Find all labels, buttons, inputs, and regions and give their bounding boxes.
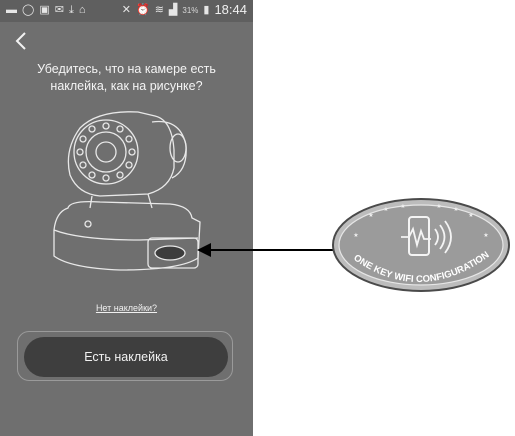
- svg-text:★: ★: [468, 212, 473, 219]
- svg-text:★: ★: [368, 212, 373, 219]
- status-bar: ▬ ◯ ▣ ✉ ⤓ ⌂ ✕ ⏰ ≋ ▟ 31% ▮ 18:44: [0, 0, 253, 22]
- status-time: 18:44: [214, 2, 247, 17]
- message-icon: ▬: [6, 4, 17, 16]
- has-sticker-button[interactable]: Есть наклейка: [24, 337, 228, 377]
- chevron-left-icon: [15, 32, 26, 50]
- svg-text:★: ★: [383, 206, 388, 213]
- whatsapp-icon: ◯: [22, 4, 35, 16]
- inbox-icon: ⌂: [78, 4, 86, 16]
- back-button[interactable]: [12, 30, 32, 52]
- battery-percent: 31%: [182, 5, 199, 15]
- page-question: Убедитесь, что на камере есть наклейка, …: [0, 61, 253, 95]
- question-line-1: Убедитесь, что на камере есть: [37, 62, 216, 76]
- wifi-icon: ≋: [154, 4, 164, 16]
- svg-text:★: ★: [453, 206, 458, 213]
- no-sticker-link[interactable]: Нет наклейки?: [0, 303, 253, 313]
- svg-text:★: ★: [436, 203, 441, 210]
- wifi-config-badge: ★★ ★ ★ ★★ ★ ★ ONE KEY WIFI CONFIGURATION: [332, 198, 510, 292]
- email-icon: ✉: [54, 4, 64, 16]
- battery-icon: ▮: [203, 4, 210, 16]
- signal-icon: ▟: [168, 4, 178, 16]
- pointer-arrow: [197, 243, 337, 257]
- question-line-2: наклейка, как на рисунке?: [50, 79, 203, 93]
- svg-text:★: ★: [353, 232, 358, 239]
- phone-screen: ▬ ◯ ▣ ✉ ⤓ ⌂ ✕ ⏰ ≋ ▟ 31% ▮ 18:44 Убедитес…: [0, 0, 253, 436]
- download-icon: ⤓: [68, 4, 74, 16]
- svg-text:★: ★: [483, 232, 488, 239]
- gallery-icon: ▣: [39, 4, 50, 16]
- svg-text:★: ★: [400, 203, 405, 210]
- alarm-icon: ⏰: [135, 4, 150, 16]
- camera-illustration: [53, 111, 201, 271]
- mute-icon: ✕: [121, 4, 131, 16]
